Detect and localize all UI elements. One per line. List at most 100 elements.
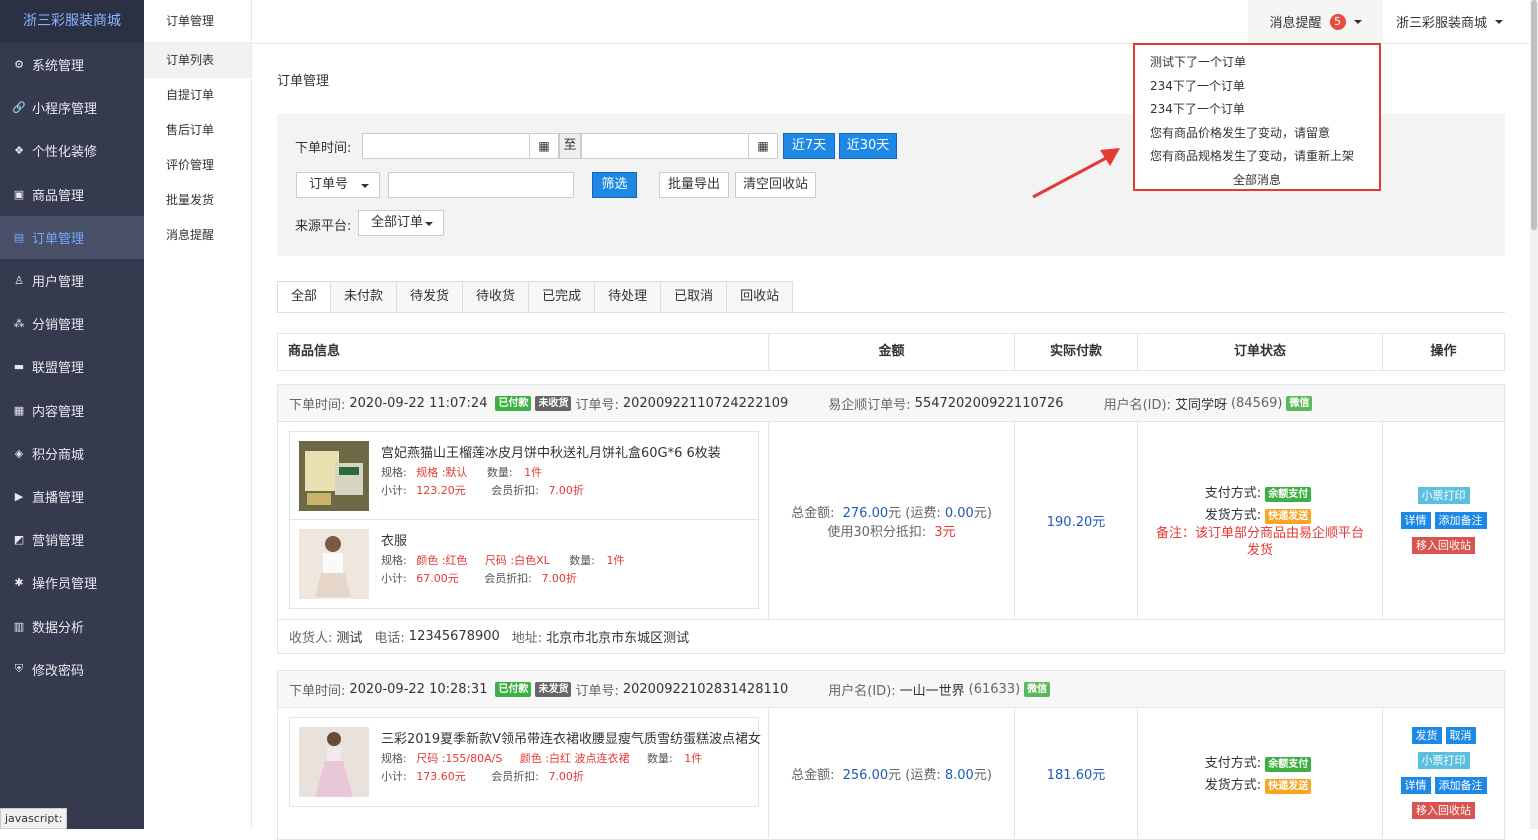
end-date-input[interactable] [581, 133, 749, 159]
sidebar-item[interactable]: ▬ 联盟管理 [0, 345, 144, 388]
message-item[interactable]: 您有商品价格发生了变动，请留意 [1135, 122, 1379, 146]
sidebar-item[interactable]: ❖ 个性化装修 [0, 129, 144, 172]
sidebar-item[interactable]: ⁂ 分销管理 [0, 302, 144, 345]
sidebar-item-label: 订单管理 [32, 231, 85, 247]
tabs-divider [277, 312, 1505, 313]
sidebar-item[interactable]: ◩ 营销管理 [0, 518, 144, 561]
last-7-days-button[interactable]: 近7天 [783, 133, 835, 159]
order-tab[interactable]: 全部 [277, 281, 332, 313]
sub-nav-item[interactable]: 售后订单 [144, 113, 251, 148]
last-30-days-button[interactable]: 近30天 [839, 133, 897, 159]
ship-button[interactable]: 发货 [1411, 727, 1442, 744]
order-tab[interactable]: 未付款 [331, 281, 398, 313]
print-receipt-button[interactable]: 小票打印 [1417, 752, 1470, 769]
sub-nav-item[interactable]: 消息提醒 [144, 218, 251, 253]
order-status-tabs: 全部 未付款 待发货 待收货 已完成 待处理 已取消 回收站 [277, 281, 794, 313]
status-column: 支付方式: 余额支付 发货方式: 快递发送 [1138, 708, 1383, 838]
sidebar-item-label: 修改密码 [32, 663, 85, 679]
print-receipt-button[interactable]: 小票打印 [1417, 487, 1470, 504]
calendar-icon[interactable]: ▦ [529, 133, 559, 159]
detail-button[interactable]: 详情 [1400, 512, 1431, 529]
mooncake-product-image[interactable] [299, 441, 369, 511]
sub-nav-item[interactable]: 订单列表 [144, 43, 251, 78]
move-to-recycle-button[interactable]: 移入回收站 [1412, 537, 1475, 554]
order-field-select[interactable]: 订单号 [296, 172, 380, 198]
freight-label: 元 (运费: [888, 767, 941, 783]
link-icon: 🔗 [12, 101, 26, 115]
order-body: 宫妃燕猫山王榴莲冰皮月饼中秋送礼月饼礼盒60G*6 6枚装 规格: 规格 :默认… [278, 422, 1504, 619]
order-search-input[interactable] [388, 172, 574, 198]
user-label: 用户名(ID): [828, 683, 896, 699]
status-column: 支付方式: 余额支付 发货方式: 快递发送 备注：该订单部分商品由易企顺平台发货 [1138, 422, 1383, 619]
sidebar-item[interactable]: ◈ 积分商城 [0, 432, 144, 475]
sidebar-item[interactable]: ⛨ 修改密码 [0, 648, 144, 691]
message-item[interactable]: 测试下了一个订单 [1135, 51, 1379, 75]
order-tab[interactable]: 待处理 [595, 281, 662, 313]
add-remark-button[interactable]: 添加备注 [1434, 777, 1487, 794]
sub-nav-item[interactable]: 批量发货 [144, 183, 251, 218]
sidebar-item[interactable]: ⚙ 系统管理 [0, 43, 144, 86]
sidebar-item-label: 操作员管理 [32, 577, 98, 593]
discount-value: 7.00折 [548, 484, 584, 497]
megaphone-icon: ◩ [13, 533, 25, 547]
goods-column: 三彩2019夏季新款V领吊带连衣裙收腰显瘦气质雪纺蛋糕波点裙女 规格: 尺码 :… [278, 708, 769, 838]
sidebar-item[interactable]: ♙ 用户管理 [0, 259, 144, 302]
order-time: 2020-09-22 11:07:24 [349, 395, 488, 411]
order-tab[interactable]: 已取消 [661, 281, 728, 313]
message-item[interactable]: 234下了一个订单 [1135, 75, 1379, 99]
header-amount: 金额 [769, 334, 1015, 370]
subtotal-label: 小计: [381, 484, 407, 497]
chevron-down-icon [361, 184, 369, 188]
shop-menu-button[interactable]: 浙三彩服装商城 [1396, 0, 1504, 43]
order-tab[interactable]: 待发货 [397, 281, 464, 313]
order-tab[interactable]: 回收站 [727, 281, 794, 313]
consignee-line: 收货人: 测试 电话: 12345678900 地址: 北京市北京市东城区测试 [278, 619, 1504, 653]
cancel-order-button[interactable]: 取消 [1445, 727, 1476, 744]
sub-nav-item[interactable]: 评价管理 [144, 148, 251, 183]
move-to-recycle-button[interactable]: 移入回收站 [1412, 802, 1475, 819]
message-item[interactable]: 234下了一个订单 [1135, 98, 1379, 122]
sidebar-item[interactable]: ▤ 订单管理 [0, 215, 144, 259]
paid-column: 181.60元 [1015, 708, 1138, 838]
operation-column: 发货 取消 小票打印 详情 添加备注 移入回收站 [1383, 708, 1504, 838]
clothes-product-image[interactable] [299, 529, 369, 599]
sub-nav-item[interactable]: 自提订单 [144, 78, 251, 113]
sidebar-item[interactable]: 🔗 小程序管理 [0, 86, 144, 129]
qty-value: 1件 [684, 752, 703, 765]
goods-title[interactable]: 衣服 [381, 530, 407, 549]
sidebar-item[interactable]: ▶ 直播管理 [0, 475, 144, 518]
page-scrollbar[interactable] [1530, 0, 1538, 829]
add-remark-button[interactable]: 添加备注 [1434, 512, 1487, 529]
goods-title[interactable]: 三彩2019夏季新款V领吊带连衣裙收腰显瘦气质雪纺蛋糕波点裙女 [381, 728, 761, 747]
order-time-label: 下单时间: [289, 683, 346, 699]
order-no: 20200922102831428110 [622, 681, 789, 697]
sidebar-item[interactable]: ▥ 数据分析 [0, 604, 144, 647]
calendar-icon[interactable]: ▦ [748, 133, 778, 159]
message-item[interactable]: 您有商品规格发生了变动，请重新上架 [1135, 145, 1379, 169]
sidebar-item[interactable]: ✱ 操作员管理 [0, 561, 144, 604]
detail-button[interactable]: 详情 [1400, 777, 1431, 794]
batch-export-button[interactable]: 批量导出 [659, 172, 729, 198]
spec-label: 规格: [381, 554, 407, 567]
dress-product-image[interactable] [299, 727, 369, 797]
filter-button[interactable]: 筛选 [592, 172, 637, 198]
paid-tag: 已付款 [495, 681, 532, 697]
sidebar-item[interactable]: ▦ 内容管理 [0, 389, 144, 432]
user-name: 一山一世界 [899, 683, 965, 699]
all-messages-link[interactable]: 全部消息 [1135, 169, 1379, 193]
brand-title[interactable]: 浙三彩服装商城 [0, 0, 144, 43]
order-tab[interactable]: 待收货 [463, 281, 530, 313]
sidebar-item[interactable]: ▣ 商品管理 [0, 173, 144, 216]
card-icon: ▬ [13, 360, 25, 374]
clear-recycle-button[interactable]: 清空回收站 [735, 172, 816, 198]
source-platform-select[interactable]: 全部订单 [358, 210, 444, 236]
total-amount-line: 总金额: 256.00元 (运费: 8.00元) [791, 764, 992, 783]
header-paid: 实际付款 [1015, 334, 1138, 370]
goods-item: 衣服 规格: 颜色 :红色 尺码 :白色XL 数量: 1件 小计: 67.00元… [290, 520, 758, 608]
paid-column: 190.20元 [1015, 422, 1138, 619]
order-tab[interactable]: 已完成 [529, 281, 596, 313]
start-date-input[interactable] [362, 133, 530, 159]
scrollbar-thumb[interactable] [1531, 0, 1537, 230]
message-reminder-button[interactable]: 消息提醒 5 [1248, 0, 1383, 43]
goods-title[interactable]: 宫妃燕猫山王榴莲冰皮月饼中秋送礼月饼礼盒60G*6 6枚装 [381, 442, 721, 461]
